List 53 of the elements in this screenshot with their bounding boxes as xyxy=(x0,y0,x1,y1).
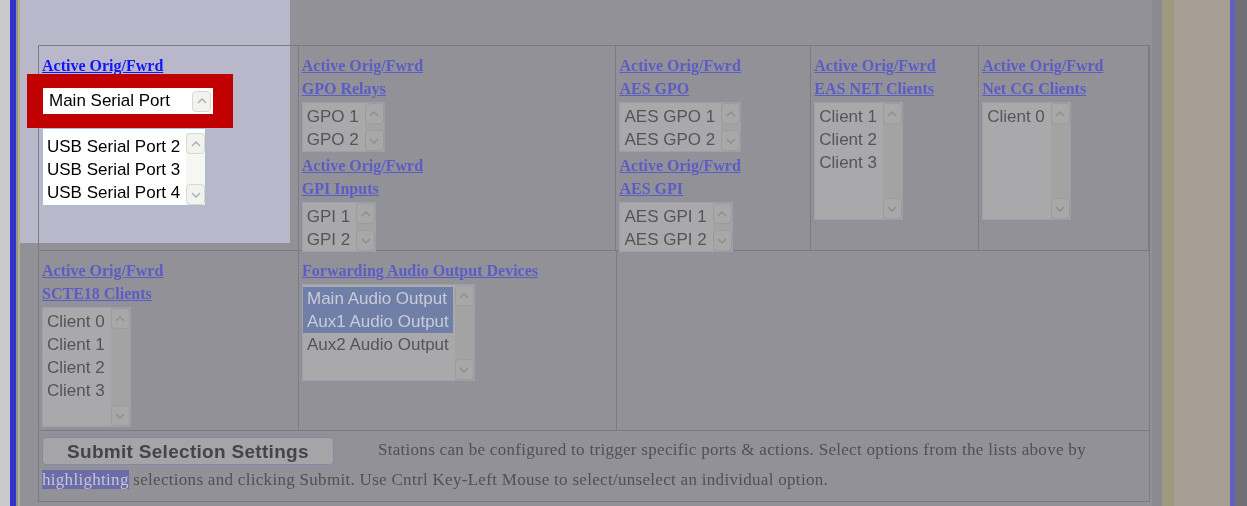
list-option[interactable]: USB Serial Port 3 xyxy=(43,158,185,181)
list-option[interactable]: Client 3 xyxy=(43,379,109,402)
list-option[interactable]: AES GPO 2 xyxy=(620,128,720,151)
scroll-down-icon[interactable] xyxy=(364,130,384,151)
list-option[interactable]: AES GPO 1 xyxy=(620,105,720,128)
select-field[interactable]: Main Serial Port xyxy=(43,88,213,114)
list-option[interactable]: Client 0 xyxy=(43,310,109,333)
scroll-up-icon[interactable] xyxy=(186,133,206,154)
scroll-up-icon[interactable] xyxy=(192,90,211,112)
list-box[interactable]: Client 0 xyxy=(982,102,1071,220)
scroll-up-icon[interactable] xyxy=(1050,103,1070,124)
section-link[interactable]: Active Orig/Fwrd xyxy=(42,54,164,77)
list-box[interactable]: GPO 1 GPO 2 xyxy=(301,102,385,152)
scroll-down-icon[interactable] xyxy=(712,230,732,251)
list-option[interactable]: GPO 1 xyxy=(302,105,363,128)
scroll-down-icon[interactable] xyxy=(186,184,206,205)
scroll-down-icon[interactable] xyxy=(110,405,130,426)
scroll-down-icon[interactable] xyxy=(721,130,741,151)
list-option[interactable]: GPI 2 xyxy=(302,228,355,251)
list-box[interactable]: Main Audio Output Aux1 Audio Output Aux2 Audio Output xyxy=(302,284,475,381)
list-option[interactable]: Client 1 xyxy=(43,333,109,356)
scroll-down-icon[interactable] xyxy=(882,198,902,219)
list-option[interactable]: GPO 2 xyxy=(302,128,363,151)
list-option[interactable]: USB Serial Port 4 xyxy=(43,181,185,204)
list-option[interactable]: Client 1 xyxy=(815,105,881,128)
list-option[interactable]: Client 2 xyxy=(43,356,109,379)
scroll-up-icon[interactable] xyxy=(356,203,376,224)
list-box[interactable]: GPI 1 GPI 2 xyxy=(301,202,377,252)
scroll-up-icon[interactable] xyxy=(712,203,732,224)
scroll-down-icon[interactable] xyxy=(1050,198,1070,219)
list-option[interactable]: USB Serial Port 2 xyxy=(43,135,185,158)
list-option[interactable]: Client 0 xyxy=(983,105,1049,128)
list-box[interactable]: Client 0 Client 1 Client 2 Client 3 xyxy=(42,307,131,427)
scroll-down-icon[interactable] xyxy=(356,230,376,251)
list-box[interactable]: USB Serial Port 2 USB Serial Port 3 USB Serial Port 4 xyxy=(42,128,207,206)
list-option[interactable]: Client 2 xyxy=(815,128,881,151)
list-option[interactable]: Aux1 Audio Output xyxy=(303,310,453,333)
list-option[interactable]: Client 3 xyxy=(815,151,881,174)
scroll-up-icon[interactable] xyxy=(364,103,384,124)
scroll-up-icon[interactable] xyxy=(454,285,474,306)
list-option[interactable]: AES GPI 1 xyxy=(620,205,711,228)
list-option[interactable]: Main Audio Output xyxy=(303,287,453,310)
list-box[interactable]: AES GPO 1 AES GPO 2 xyxy=(619,102,742,152)
list-option[interactable]: Aux2 Audio Output xyxy=(303,333,453,356)
list-option[interactable]: GPI 1 xyxy=(302,205,355,228)
scroll-up-icon[interactable] xyxy=(110,308,130,329)
submit-button[interactable]: Submit Selection Settings xyxy=(42,437,334,465)
list-box[interactable]: AES GPI 1 AES GPI 2 xyxy=(619,202,733,252)
scroll-up-icon[interactable] xyxy=(721,103,741,124)
scroll-up-icon[interactable] xyxy=(882,103,902,124)
scroll-down-icon[interactable] xyxy=(454,359,474,380)
list-box[interactable]: Client 1 Client 2 Client 3 xyxy=(814,102,903,220)
list-option[interactable]: AES GPI 2 xyxy=(620,228,711,251)
